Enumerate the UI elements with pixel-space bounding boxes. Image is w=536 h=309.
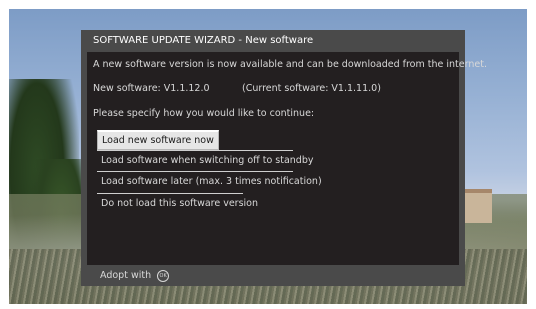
update-message: A new software version is now available …: [93, 59, 487, 70]
option-label: Do not load this software version: [101, 198, 259, 209]
dialog-title: SOFTWARE UPDATE WIZARD - New software: [81, 30, 465, 52]
option-divider: [97, 193, 243, 194]
option-load-later[interactable]: Load software later (max. 3 times notifi…: [97, 171, 322, 190]
adopt-with-label: Adopt with: [100, 270, 152, 281]
option-load-on-standby[interactable]: Load software when switching off to stan…: [97, 150, 314, 169]
ok-button-icon: OK: [157, 269, 170, 282]
dialog-footer: Adopt with OK: [81, 265, 465, 286]
current-software-version: (Current software: V1.1.11.0): [242, 83, 381, 94]
option-divider: [97, 171, 293, 172]
new-software-version: New software: V1.1.12.0: [93, 83, 210, 94]
option-label: Load software later (max. 3 times notifi…: [101, 176, 322, 187]
option-do-not-load[interactable]: Do not load this software version: [97, 193, 259, 212]
option-load-now[interactable]: Load new software now: [97, 130, 219, 150]
option-divider: [97, 150, 293, 151]
option-label: Load software when switching off to stan…: [101, 155, 314, 166]
continue-prompt: Please specify how you would like to con…: [93, 108, 315, 119]
option-label: Load new software now: [102, 135, 214, 146]
